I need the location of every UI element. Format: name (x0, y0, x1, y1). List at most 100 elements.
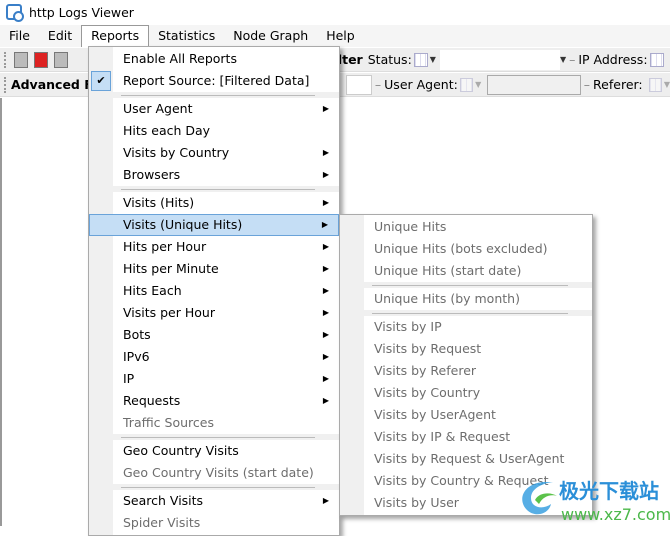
submenu-arrow-icon: ▶ (322, 198, 329, 207)
submenu-arrow-icon: ▶ (322, 242, 329, 251)
window-title: http Logs Viewer (29, 4, 134, 20)
submenu-arrow-icon: ▶ (322, 496, 329, 505)
status-label: Status: (367, 52, 412, 67)
archive-icon[interactable] (54, 51, 68, 68)
menu-item-enable-all-reports[interactable]: Enable All Reports (89, 48, 339, 70)
menu-reports[interactable]: Reports (81, 25, 150, 47)
menu-item-label: Traffic Sources (123, 415, 214, 430)
menu-item-label: Report Source: [Filtered Data] (123, 73, 310, 88)
submenu-item-visits-by-useragent[interactable]: Visits by UserAgent (340, 404, 592, 426)
menu-item-visits-hits[interactable]: Visits (Hits) ▶ (89, 192, 339, 214)
menu-item-hits-each[interactable]: Hits Each ▶ (89, 280, 339, 302)
menu-item-label: User Agent (123, 101, 193, 116)
app-icon (6, 4, 24, 22)
menu-item-label: Visits (Hits) (123, 195, 195, 210)
menu-node-graph[interactable]: Node Graph (224, 25, 317, 47)
menu-item-label: Requests (123, 393, 181, 408)
menu-item-label: Unique Hits (start date) (374, 263, 522, 278)
menu-item-label: Visits by Request & UserAgent (374, 451, 565, 466)
menu-item-label: Bots (123, 327, 151, 342)
menu-item-label: Visits by UserAgent (374, 407, 496, 422)
user-agent-grid-icon[interactable] (459, 77, 474, 92)
menu-item-hits-per-minute[interactable]: Hits per Minute ▶ (89, 258, 339, 280)
menu-help[interactable]: Help (317, 25, 364, 47)
referer-label: Referer: (593, 77, 643, 92)
referer-grid-icon[interactable] (648, 77, 662, 92)
menu-item-label: Visits by Country (374, 385, 481, 400)
status-dropdown-icon[interactable]: ▼ (560, 55, 566, 64)
menu-item-hits-per-hour[interactable]: Hits per Hour ▶ (89, 236, 339, 258)
menu-item-browsers[interactable]: Browsers ▶ (89, 164, 339, 186)
svg-text:www.xz7.com: www.xz7.com (561, 505, 670, 524)
menu-item-geo-country-visits[interactable]: Geo Country Visits (89, 440, 339, 462)
menu-item-spider-visits[interactable]: Spider Visits (89, 512, 339, 534)
menu-item-label: IPv6 (123, 349, 150, 364)
add-red-log-icon[interactable] (34, 51, 48, 68)
submenu-item-unique-hits-by-month[interactable]: Unique Hits (by month) (340, 288, 592, 310)
user-agent-input[interactable] (487, 74, 581, 95)
submenu-item-visits-by-request-useragent[interactable]: Visits by Request & UserAgent (340, 448, 592, 470)
menu-item-label: IP (123, 371, 135, 386)
chevron-down-icon[interactable]: ▼ (664, 80, 670, 89)
menu-item-label: Hits per Hour (123, 239, 207, 254)
submenu-arrow-icon: ▶ (322, 396, 329, 405)
svg-text:极光下载站: 极光下载站 (559, 479, 659, 503)
submenu-item-visits-by-referer[interactable]: Visits by Referer (340, 360, 592, 382)
submenu-arrow-icon: ▶ (322, 104, 329, 113)
checkmark-icon: ✔ (91, 71, 111, 91)
menu-item-user-agent[interactable]: User Agent ▶ (89, 98, 339, 120)
menu-item-label: Geo Country Visits (123, 443, 239, 458)
filter-input[interactable] (345, 74, 372, 95)
title-bar: http Logs Viewer (0, 0, 670, 24)
menu-item-label: Hits each Day (123, 123, 211, 138)
menu-item-label: Visits by Request (374, 341, 482, 356)
menu-item-visits-by-country[interactable]: Visits by Country ▶ (89, 142, 339, 164)
menu-file[interactable]: File (0, 25, 39, 47)
menu-item-label: Unique Hits (bots excluded) (374, 241, 548, 256)
menu-statistics[interactable]: Statistics (149, 25, 224, 47)
menu-item-label: Visits by IP (374, 319, 442, 334)
toolbar-grip[interactable] (4, 76, 7, 93)
menu-item-search-visits[interactable]: Search Visits ▶ (89, 490, 339, 512)
submenu-item-unique-hits-start-date[interactable]: Unique Hits (start date) (340, 260, 592, 282)
submenu-item-visits-by-ip[interactable]: Visits by IP (340, 316, 592, 338)
submenu-arrow-icon: ▶ (322, 330, 329, 339)
chevron-down-icon[interactable]: ▼ (430, 55, 436, 64)
submenu-arrow-icon: ▶ (322, 170, 329, 179)
toolbar-grip[interactable] (4, 51, 7, 68)
menu-item-label: Visits by Country (123, 145, 230, 160)
menu-item-visits-unique-hits[interactable]: Visits (Unique Hits) ▶ (89, 214, 339, 236)
status-grid-icon[interactable] (413, 52, 428, 67)
submenu-item-unique-hits[interactable]: Unique Hits (340, 216, 592, 238)
menu-item-label: Visits by Referer (374, 363, 477, 378)
menu-item-traffic-sources[interactable]: Traffic Sources (89, 412, 339, 434)
menu-item-report-source-filtered-data[interactable]: ✔ Report Source: [Filtered Data] (89, 70, 339, 92)
menu-item-bots[interactable]: Bots ▶ (89, 324, 339, 346)
submenu-arrow-icon: ▶ (322, 148, 329, 157)
menu-bar: File Edit Reports Statistics Node Graph … (0, 25, 670, 47)
status-input[interactable] (439, 49, 560, 70)
ip-grid-icon[interactable] (649, 52, 664, 67)
submenu-item-visits-by-ip-request[interactable]: Visits by IP & Request (340, 426, 592, 448)
submenu-item-unique-hits-bots-excluded[interactable]: Unique Hits (bots excluded) (340, 238, 592, 260)
submenu-item-visits-by-country[interactable]: Visits by Country (340, 382, 592, 404)
menu-item-requests[interactable]: Requests ▶ (89, 390, 339, 412)
menu-edit[interactable]: Edit (39, 25, 81, 47)
add-log-icon[interactable] (14, 51, 28, 68)
menu-item-label: Visits by IP & Request (374, 429, 511, 444)
menu-item-label: Visits (Unique Hits) (123, 217, 243, 232)
menu-item-geo-country-visits-start-date[interactable]: Geo Country Visits (start date) (89, 462, 339, 484)
menu-item-label: Visits by User (374, 495, 459, 510)
menu-item-visits-per-hour[interactable]: Visits per Hour ▶ (89, 302, 339, 324)
menu-item-label: Hits Each (123, 283, 182, 298)
chevron-down-icon[interactable]: ▼ (475, 80, 481, 89)
menu-item-label: Browsers (123, 167, 181, 182)
menu-item-ipv6[interactable]: IPv6 ▶ (89, 346, 339, 368)
submenu-arrow-icon: ▶ (322, 286, 329, 295)
menu-item-ip[interactable]: IP ▶ (89, 368, 339, 390)
menu-item-label: Geo Country Visits (start date) (123, 465, 314, 480)
menu-item-hits-each-day[interactable]: Hits each Day (89, 120, 339, 142)
menu-item-label: Hits per Minute (123, 261, 219, 276)
menu-item-label: Search Visits (123, 493, 204, 508)
submenu-item-visits-by-request[interactable]: Visits by Request (340, 338, 592, 360)
